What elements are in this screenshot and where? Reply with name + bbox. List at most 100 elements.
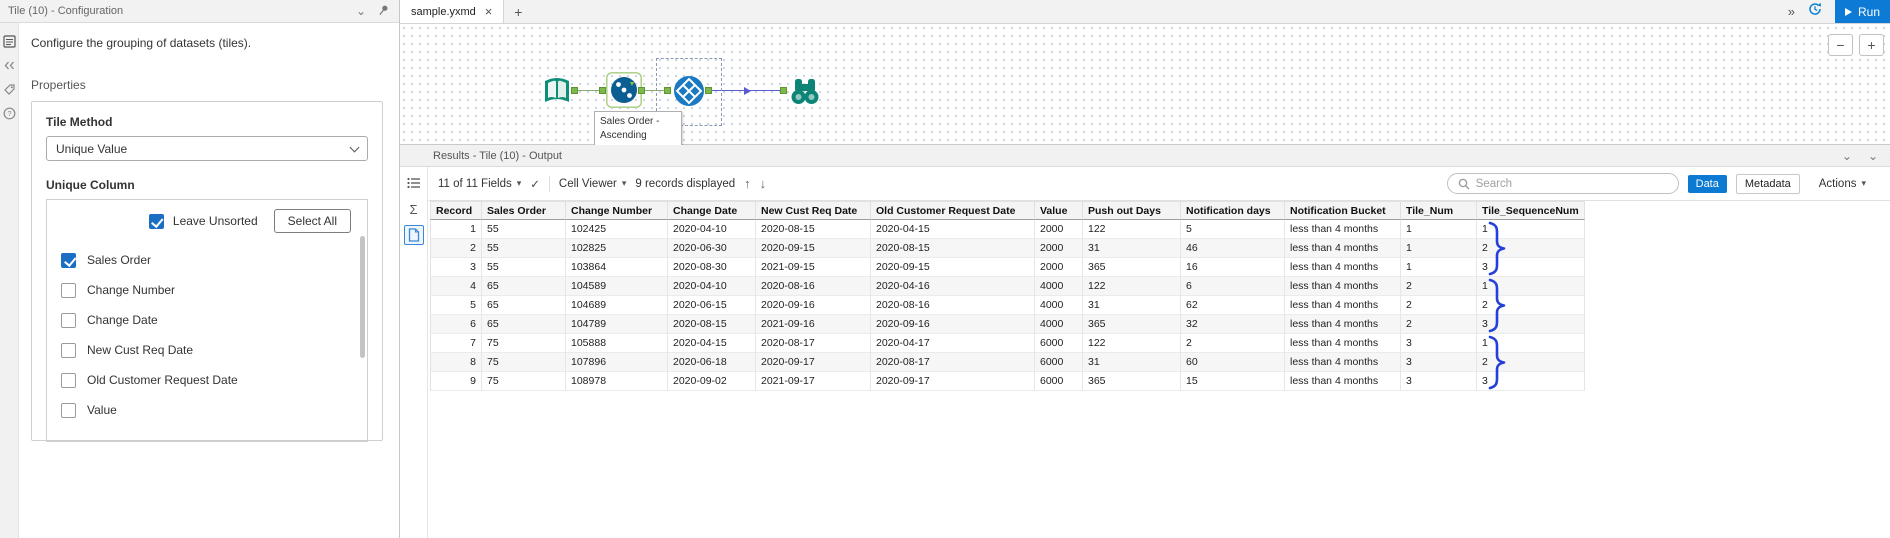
- table-cell: 15: [1181, 372, 1285, 391]
- table-cell: 102425: [566, 220, 668, 239]
- checkbox-icon[interactable]: [61, 342, 76, 358]
- table-cell: 1: [1401, 220, 1477, 239]
- table-row[interactable]: 1 55 102425 2020-04-10 2020-08-15 2020-04-15 2…: [430, 220, 1585, 239]
- table-cell: less than 4 months: [1285, 353, 1401, 372]
- checkbox-icon[interactable]: [61, 402, 76, 418]
- column-header[interactable]: Value: [1035, 201, 1083, 220]
- workflow-tab[interactable]: sample.yxmd ×: [400, 0, 505, 23]
- tool-annotation[interactable]: Sales Order - Ascending: [594, 111, 682, 147]
- checkbox-icon[interactable]: [61, 372, 76, 388]
- checkbox-icon[interactable]: [61, 312, 76, 328]
- zoom-out-button[interactable]: −: [1828, 34, 1853, 56]
- run-button[interactable]: Run: [1834, 0, 1890, 23]
- connection-anchor[interactable]: [638, 87, 645, 94]
- table-row[interactable]: 6 65 104789 2020-08-15 2021-09-16 2020-09-16 4…: [430, 315, 1585, 334]
- table-cell: 2020-08-17: [871, 353, 1035, 372]
- checkbox-icon[interactable]: [61, 282, 76, 298]
- select-all-button[interactable]: Select All: [273, 209, 351, 233]
- profile-sigma-icon[interactable]: Σ: [404, 199, 424, 219]
- collapse-chevrons-icon[interactable]: [3, 59, 16, 72]
- column-header[interactable]: Push out Days: [1083, 201, 1181, 220]
- list-scrollbar-thumb[interactable]: [360, 236, 365, 358]
- apply-check-icon[interactable]: ✓: [530, 177, 540, 191]
- table-row[interactable]: 3 55 103864 2020-08-30 2021-09-15 2020-09-15 2…: [430, 258, 1585, 277]
- sort-tool[interactable]: [606, 72, 642, 108]
- metadata-tab-button[interactable]: Metadata: [1735, 173, 1800, 194]
- tag-icon[interactable]: [3, 83, 16, 96]
- connection-anchor[interactable]: [571, 87, 578, 94]
- connection-anchor[interactable]: [780, 87, 787, 94]
- table-cell: 75: [482, 334, 566, 353]
- table-cell: 7: [430, 334, 482, 353]
- column-option-old-customer-request-date[interactable]: Old Customer Request Date: [61, 365, 353, 395]
- arrow-down-icon[interactable]: ↓: [760, 176, 767, 191]
- close-tab-icon[interactable]: ×: [485, 5, 493, 18]
- chevron-down-icon[interactable]: ⌄: [1868, 150, 1878, 162]
- column-header[interactable]: Tile_SequenceNum: [1477, 201, 1585, 220]
- column-header[interactable]: Old Customer Request Date: [871, 201, 1035, 220]
- connection-anchor[interactable]: [599, 87, 606, 94]
- leave-unsorted-checkbox[interactable]: [148, 213, 164, 229]
- table-row[interactable]: 2 55 102825 2020-06-30 2020-09-15 2020-08-15 2…: [430, 239, 1585, 258]
- table-cell: 2020-09-15: [756, 239, 871, 258]
- table-cell: 2000: [1035, 220, 1083, 239]
- column-option-sales-order[interactable]: Sales Order: [61, 245, 353, 275]
- column-option-change-number[interactable]: Change Number: [61, 275, 353, 305]
- tile-method-select[interactable]: Unique Value: [46, 136, 368, 161]
- unique-column-box: Leave Unsorted Select All Sales Order Cha…: [46, 199, 368, 442]
- table-view-icon[interactable]: [404, 173, 424, 193]
- table-row[interactable]: 4 65 104589 2020-04-10 2020-08-16 2020-04-16 4…: [430, 277, 1585, 296]
- workflow-config-icon[interactable]: [2, 35, 16, 48]
- column-header[interactable]: Notification Bucket: [1285, 201, 1401, 220]
- pin-icon[interactable]: [378, 5, 389, 18]
- overflow-chevrons-icon[interactable]: »: [1788, 4, 1795, 19]
- actions-dropdown[interactable]: Actions ▾: [1819, 178, 1866, 190]
- data-page-icon[interactable]: [403, 225, 424, 245]
- arrow-up-icon[interactable]: ↑: [744, 176, 751, 191]
- table-cell: 2020-04-10: [668, 220, 756, 239]
- column-header[interactable]: Change Number: [566, 201, 668, 220]
- workflow-canvas[interactable]: − + Sales Order - Ascending: [400, 24, 1890, 147]
- table-cell: 122: [1083, 334, 1181, 353]
- table-row[interactable]: 7 75 105888 2020-04-15 2020-08-17 2020-04-17 6…: [430, 334, 1585, 353]
- column-option-new-cust-req-date[interactable]: New Cust Req Date: [61, 335, 353, 365]
- checkbox-icon[interactable]: [61, 252, 76, 268]
- data-tab-button[interactable]: Data: [1687, 174, 1727, 193]
- column-header[interactable]: Notification days: [1181, 201, 1285, 220]
- table-cell: 2: [1401, 277, 1477, 296]
- zoom-in-button[interactable]: +: [1859, 34, 1884, 56]
- leave-unsorted-option[interactable]: Leave Unsorted: [148, 213, 258, 229]
- table-body: 1 55 102425 2020-04-10 2020-08-15 2020-04-15 2…: [430, 220, 1585, 391]
- chevron-down-icon[interactable]: ⌄: [1842, 150, 1852, 162]
- column-header[interactable]: Record: [430, 201, 482, 220]
- chevron-down-icon[interactable]: ⌄: [356, 5, 366, 17]
- column-header[interactable]: New Cust Req Date: [756, 201, 871, 220]
- connector-arrow-icon: [744, 87, 751, 95]
- cell-viewer-dropdown[interactable]: Cell Viewer ▾: [559, 178, 626, 190]
- help-icon[interactable]: ?: [3, 107, 16, 120]
- table-cell: 6: [1181, 277, 1285, 296]
- search-box[interactable]: [1446, 173, 1679, 194]
- connection-anchor[interactable]: [664, 87, 671, 94]
- column-header[interactable]: Tile_Num: [1401, 201, 1477, 220]
- table-cell: 2020-09-15: [871, 258, 1035, 277]
- schedule-history-icon[interactable]: [1807, 1, 1823, 22]
- column-option-change-date[interactable]: Change Date: [61, 305, 353, 335]
- table-row[interactable]: 9 75 108978 2020-09-02 2021-09-17 2020-09-17 6…: [430, 372, 1585, 391]
- fields-dropdown[interactable]: 11 of 11 Fields ▾: [438, 178, 521, 190]
- column-option-value[interactable]: Value: [61, 395, 353, 425]
- column-header[interactable]: Sales Order: [482, 201, 566, 220]
- new-tab-button[interactable]: +: [504, 0, 532, 23]
- table-cell: less than 4 months: [1285, 372, 1401, 391]
- table-cell: 1: [430, 220, 482, 239]
- column-header[interactable]: Change Date: [668, 201, 756, 220]
- browse-tool[interactable]: [786, 72, 824, 110]
- table-row[interactable]: 5 65 104689 2020-06-15 2020-09-16 2020-08-16 4…: [430, 296, 1585, 315]
- table-row[interactable]: 8 75 107896 2020-06-18 2020-09-17 2020-08-17 6…: [430, 353, 1585, 372]
- search-input[interactable]: [1475, 177, 1668, 190]
- table-cell: 108978: [566, 372, 668, 391]
- tile-tool[interactable]: [670, 72, 708, 110]
- table-cell: 2020-09-16: [756, 296, 871, 315]
- connection-anchor[interactable]: [705, 87, 712, 94]
- table-cell: 104789: [566, 315, 668, 334]
